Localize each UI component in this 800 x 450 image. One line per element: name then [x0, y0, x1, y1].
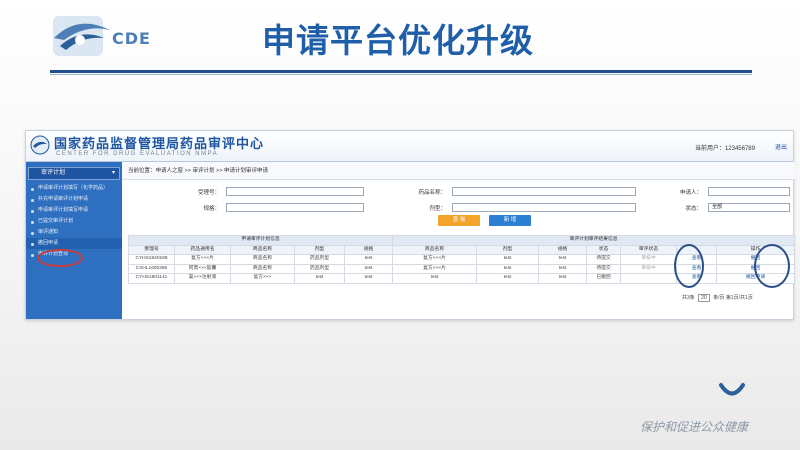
table-cell: 复方×××片: [392, 263, 478, 274]
table-cell: test: [343, 263, 394, 274]
new-button-label: 新 增: [503, 217, 517, 223]
sidebar-item[interactable]: 审评通知: [26, 227, 122, 238]
sidebar-item[interactable]: 已提交审评计划: [26, 216, 122, 227]
table-cell: test: [538, 273, 588, 284]
table-cell: test: [476, 263, 540, 274]
table-cell: 待提交: [586, 254, 622, 265]
column-header: 受理号: [128, 244, 175, 255]
table-cell: test: [343, 273, 394, 284]
current-user: 当前用户：123456789: [694, 146, 755, 152]
table-cell: CXHL1600286: [128, 263, 175, 274]
applicant-input[interactable]: [708, 187, 790, 196]
drug-name-input[interactable]: [452, 187, 636, 196]
form-label: 受理号：: [197, 190, 220, 196]
table-cell: test: [476, 254, 540, 265]
column-header: 商品名称: [230, 244, 295, 255]
curved-arrow-icon: [719, 383, 745, 396]
table-cell: 待提交: [586, 263, 622, 274]
page-size-select[interactable]: 20: [698, 294, 710, 302]
system-header: 国家药品监督管理局药品审评中心 CENTER FOR DRUG EVALUATI…: [26, 131, 793, 162]
table-cell: 商品名称: [230, 254, 295, 265]
app-screenshot: 国家药品监督管理局药品审评中心 CENTER FOR DRUG EVALUATI…: [25, 130, 796, 320]
chevron-down-icon: ▾: [111, 170, 115, 176]
highlight-circle-red: [37, 249, 83, 267]
slogan: 保护和促进公众健康: [640, 420, 749, 434]
table-cell: test: [392, 273, 478, 284]
sidebar: 审评计划 ▾ 申请审评计划填写（化学药品） 补充申请审评计划申请 申请审评计划填…: [26, 162, 122, 319]
breadcrumb: 当前位置：申请人之窗 >> 审评计划 >> 申请计划审评申请: [122, 162, 795, 180]
table-cell: test: [538, 254, 588, 265]
table-cell: 药品剂型: [294, 254, 345, 265]
query-button[interactable]: 查 询: [438, 215, 480, 226]
table-cell: [620, 273, 678, 284]
column-header: 商品名称: [392, 244, 478, 255]
table-cell: 审核中: [620, 254, 678, 265]
sidebar-item[interactable]: 补充申请审评计划申请: [26, 194, 122, 205]
table-cell: 阿莫×××胶囊: [174, 263, 231, 274]
pagination: 共3条 20 条/页 第1页/共1页: [682, 294, 753, 302]
sidebar-item-withdraw[interactable]: 撤回申请: [26, 238, 122, 249]
table-cell: 复方×××片: [392, 254, 478, 265]
query-button-label: 查 询: [452, 217, 466, 223]
column-header: 药品通用名: [174, 244, 231, 255]
table-cell: 复方×××: [230, 273, 295, 284]
sidebar-item[interactable]: 申请审评计划填写申请: [26, 205, 122, 216]
sidebar-header[interactable]: 审评计划 ▾: [28, 167, 120, 180]
column-header: 状态: [586, 244, 622, 255]
table-cell: 药品剂型: [294, 263, 345, 274]
form-label: 状态：: [685, 206, 702, 212]
table-cell: test: [343, 254, 394, 265]
table-cell: 复方×××片: [174, 254, 231, 265]
title-divider: [50, 70, 752, 73]
table-cell: CYHS1840188: [128, 254, 175, 265]
table-cell: test: [476, 273, 540, 284]
table-cell: 氯×××注射液: [174, 273, 231, 284]
column-header: 规格: [538, 244, 588, 255]
acceptance-no-input[interactable]: [226, 187, 364, 196]
form-label: 规格：: [203, 206, 220, 212]
form-label: 药品名称：: [418, 190, 446, 196]
new-button[interactable]: 新 增: [489, 215, 531, 226]
system-name-en: CENTER FOR DRUG EVALUATION NMPA: [56, 151, 219, 157]
slide-title: 申请平台优化升级: [262, 21, 534, 60]
logout-link[interactable]: 退出: [775, 142, 787, 151]
column-header: 剂型: [476, 244, 540, 255]
cde-logo: CDE: [50, 10, 160, 60]
column-header: 审评状态: [620, 244, 678, 255]
column-header: 剂型: [294, 244, 345, 255]
table-cell: 商品名称: [230, 263, 295, 274]
table-cell: 已撤回: [586, 273, 622, 284]
table-cell: test: [538, 263, 588, 274]
main-content: 当前位置：申请人之窗 >> 审评计划 >> 申请计划审评申请 受理号： 药品名称…: [122, 162, 796, 319]
pager-suffix: 条/页 第1页/共1页: [713, 295, 753, 301]
table-cell: test: [294, 273, 345, 284]
nmpa-emblem-icon: [30, 135, 50, 155]
cde-emblem-icon: [53, 16, 110, 56]
spec-input[interactable]: [226, 203, 364, 212]
sidebar-item[interactable]: 申请审评计划填写（化学药品）: [26, 183, 122, 194]
title-divider-thin: [50, 74, 752, 75]
column-header: 规格: [343, 244, 394, 255]
highlight-circle-status: [674, 244, 704, 288]
form-label: 申请人：: [679, 190, 702, 196]
table-cell: 审核中: [620, 263, 678, 274]
system-name: 国家药品监督管理局药品审评中心: [54, 137, 265, 152]
highlight-circle-action: [754, 244, 790, 288]
group-header: 申请审评计划信息: [127, 235, 394, 246]
group-header: 审评计划审评结果信息: [392, 235, 796, 246]
pager-total: 共3条: [682, 295, 695, 301]
sidebar-header-label: 审评计划: [41, 170, 66, 176]
logo-text: CDE: [112, 29, 151, 48]
form-label: 剂型：: [429, 206, 446, 212]
status-select[interactable]: 全部: [708, 203, 790, 212]
table-cell: CYHS1801141: [128, 273, 175, 284]
dosage-form-input[interactable]: [452, 203, 636, 212]
